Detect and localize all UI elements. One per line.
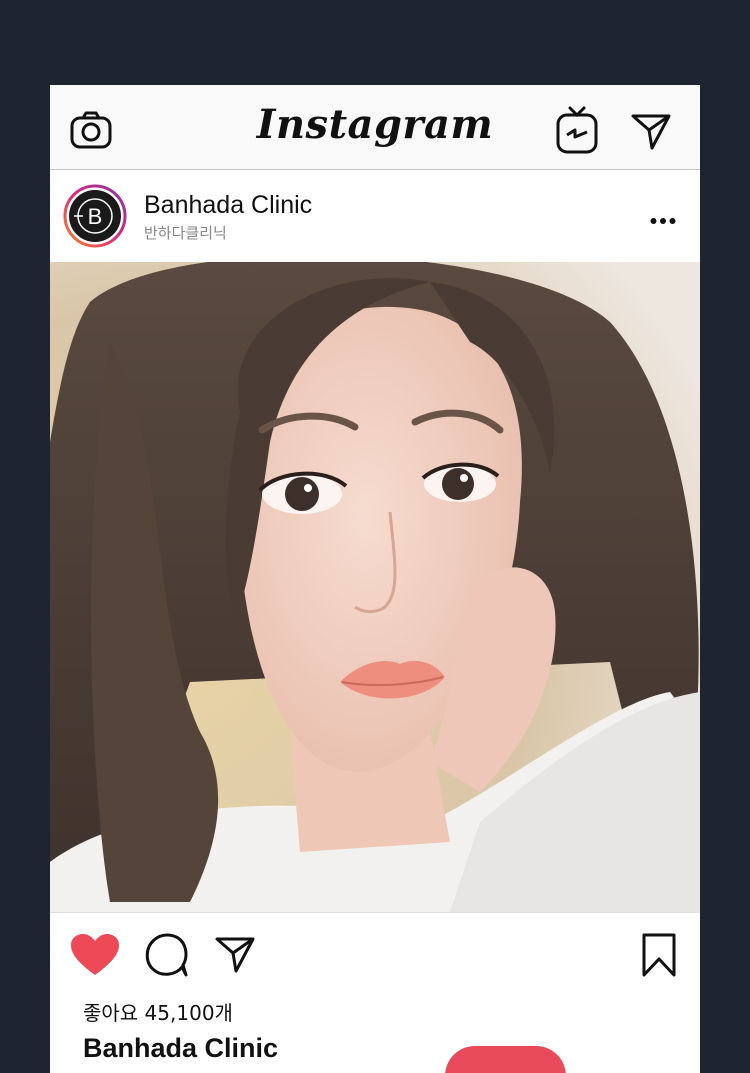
avatar[interactable]: B <box>63 184 127 248</box>
comment-icon[interactable] <box>144 933 188 982</box>
caption-account-name[interactable]: Banhada Clinic <box>83 1033 278 1064</box>
post-header: B Banhada Clinic 반하다클리닉 <box>50 170 700 262</box>
avatar-letter: B <box>88 204 103 229</box>
heart-icon[interactable] <box>70 933 120 982</box>
igtv-icon[interactable] <box>556 106 598 159</box>
top-navigation-bar: Instagram <box>50 85 700 170</box>
direct-message-icon[interactable] <box>630 111 672 156</box>
bookmark-icon[interactable] <box>642 933 676 982</box>
likes-count[interactable]: 좋아요 45,100개 <box>83 997 233 1026</box>
post-actions <box>50 912 700 1002</box>
account-name[interactable]: Banhada Clinic <box>144 191 312 220</box>
share-icon[interactable] <box>214 934 256 979</box>
post-image[interactable] <box>50 262 700 912</box>
accent-pill-button[interactable] <box>445 1046 566 1073</box>
more-options-icon[interactable] <box>650 212 676 230</box>
instagram-logo: Instagram <box>256 101 494 148</box>
account-subtitle: 반하다클리닉 <box>144 224 227 242</box>
instagram-post-mockup: Instagram B Banhada Clinic 반하다클리닉 좋아요 45… <box>50 85 700 1073</box>
